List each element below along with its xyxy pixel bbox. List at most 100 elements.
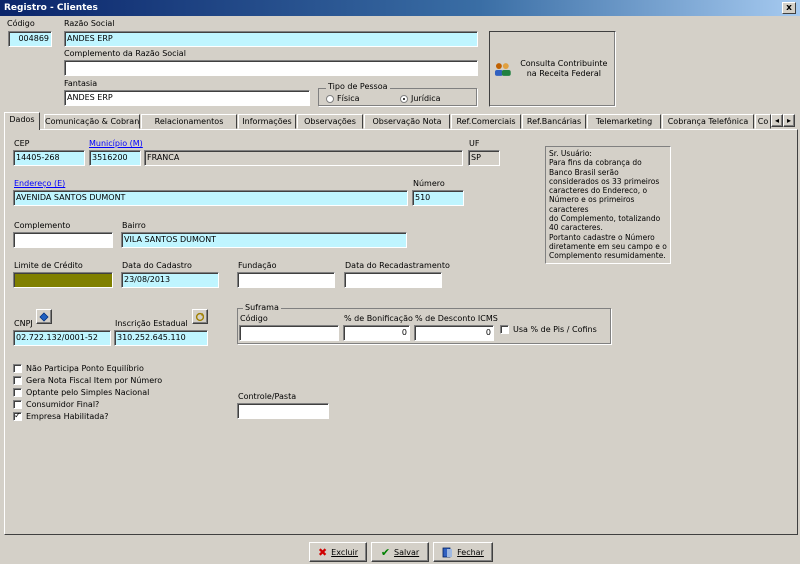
tab-observacoes[interactable]: Observações	[297, 114, 363, 129]
checkbox-row[interactable]: Consumidor Final?	[13, 398, 162, 410]
checkbox-checked[interactable]: ✓	[13, 411, 22, 421]
cnpj-field[interactable]: 02.722.132/0001-52	[13, 330, 111, 346]
fechar-button[interactable]: Fechar	[433, 542, 493, 562]
door-icon	[442, 547, 453, 557]
checkbox-row[interactable]: Não Participa Ponto Equilíbrio	[13, 363, 162, 374]
radio-fisica-label: Física	[337, 94, 360, 103]
checkbox-label: Não Participa Ponto Equilíbrio	[26, 364, 144, 373]
codigo-field[interactable]: 004869	[8, 31, 52, 47]
uf-field: SP	[468, 150, 500, 166]
salvar-label: Salvar	[394, 547, 420, 557]
check-icon: ✔	[380, 545, 391, 559]
tipo-pessoa-label: Tipo de Pessoa	[326, 82, 390, 91]
municipio-code-field[interactable]: 3516200	[89, 150, 141, 166]
consulta-contribuinte-label: Consulta Contribuinte na Receita Federal	[520, 59, 608, 78]
cep-field[interactable]: 14405-268	[13, 150, 85, 166]
users-icon	[494, 63, 511, 76]
bairro-label: Bairro	[122, 221, 146, 230]
complemento-razao-field[interactable]	[64, 60, 478, 76]
tab-cobranca-telefonica[interactable]: Cobrança Telefônica	[662, 114, 754, 129]
uf-label: UF	[469, 139, 480, 148]
data-recadastramento-field[interactable]	[344, 272, 442, 288]
tab-comunicacao-cobranca[interactable]: Comunicação & Cobrança	[44, 114, 140, 129]
endereco-field[interactable]: AVENIDA SANTOS DUMONT	[13, 190, 408, 206]
tab-scroll-left-icon[interactable]: ◂	[771, 114, 783, 127]
salvar-button[interactable]: ✔ Salvar	[371, 542, 429, 562]
checkbox-row[interactable]: ✓ Empresa Habilitada?	[13, 410, 162, 422]
radio-fisica-circle[interactable]	[326, 94, 334, 103]
fundacao-label: Fundação	[238, 261, 277, 270]
delete-icon: ✖	[317, 545, 328, 559]
codigo-label: Código	[7, 19, 35, 28]
desconto-icms-label: % de Desconto ICMS	[415, 314, 498, 323]
tab-observacao-nota[interactable]: Observação Nota	[364, 114, 450, 129]
excluir-label: Excluir	[331, 547, 359, 557]
checkbox-label: Gera Nota Fiscal Item por Número	[26, 375, 163, 385]
razao-social-field[interactable]: ANDES ERP	[64, 31, 478, 47]
cep-label: CEP	[14, 139, 30, 148]
radio-juridica-circle[interactable]	[400, 94, 408, 103]
tab-scroll-right-icon[interactable]: ▸	[783, 114, 795, 127]
data-recadastramento-label: Data do Recadastramento	[345, 261, 450, 270]
controle-pasta-field[interactable]	[237, 403, 329, 419]
desconto-icms-field[interactable]: 0	[414, 325, 494, 341]
checkbox-label: Optante pelo Simples Nacional	[26, 387, 150, 397]
numero-field[interactable]: 510	[412, 190, 464, 206]
limite-credito-field[interactable]	[13, 272, 113, 288]
refresh-icon[interactable]	[192, 309, 208, 324]
tab-ref-comerciais[interactable]: Ref.Comerciais	[451, 114, 521, 129]
municipio-link[interactable]: Município (M)	[89, 139, 143, 148]
tab-bar: Dados Comunicação & Cobrança Relacioname…	[4, 112, 800, 130]
cnpj-lookup-icon[interactable]	[36, 309, 52, 324]
checkbox-label: Consumidor Final?	[26, 399, 100, 409]
bairro-field[interactable]: VILA SANTOS DUMONT	[121, 232, 407, 248]
window-title: Registro - Clientes	[4, 3, 98, 13]
complemento-label: Complemento	[14, 221, 71, 230]
fantasia-field[interactable]: ANDES ERP	[64, 90, 310, 106]
tab-ref-bancarias[interactable]: Ref.Bancárias	[522, 114, 586, 129]
bonificacao-label: % de Bonificação	[344, 314, 413, 323]
numero-label: Número	[413, 179, 445, 188]
fantasia-label: Fantasia	[64, 79, 98, 88]
tab-dados[interactable]: Dados	[4, 112, 40, 130]
tab-telemarketing[interactable]: Telemarketing	[587, 114, 661, 129]
options-list: Não Participa Ponto Equilíbrio Gera Nota…	[13, 363, 162, 422]
complemento-field[interactable]	[13, 232, 113, 248]
suframa-codigo-label: Código	[240, 314, 268, 323]
inscricao-estadual-field[interactable]: 310.252.645.110	[114, 330, 208, 346]
checkbox[interactable]	[13, 364, 22, 373]
tab-co[interactable]: Co	[755, 114, 771, 129]
usa-pis-cofins-checkbox[interactable]	[500, 325, 509, 334]
controle-pasta-label: Controle/Pasta	[238, 392, 297, 401]
checkbox-label: Empresa Habilitada?	[26, 411, 109, 421]
inscricao-estadual-label: Inscrição Estadual	[115, 319, 188, 328]
cnpj-label: CNPJ	[14, 319, 33, 328]
limite-credito-label: Limite de Crédito	[14, 261, 83, 270]
tab-informacoes[interactable]: Informações	[238, 114, 296, 129]
data-cadastro-label: Data do Cadastro	[122, 261, 192, 270]
excluir-button[interactable]: ✖ Excluir	[309, 542, 367, 562]
window-titlebar: Registro - Clientes	[0, 0, 800, 16]
endereco-link[interactable]: Endereço (E)	[14, 179, 65, 188]
data-cadastro-field[interactable]: 23/08/2013	[121, 272, 219, 288]
bonificacao-field[interactable]: 0	[343, 325, 410, 341]
radio-juridica[interactable]: Jurídica	[400, 94, 441, 103]
complemento-razao-label: Complemento da Razão Social	[64, 49, 186, 58]
close-icon[interactable]: x	[782, 2, 796, 14]
fechar-label: Fechar	[457, 547, 484, 557]
radio-fisica[interactable]: Física	[326, 94, 360, 103]
fundacao-field[interactable]	[237, 272, 335, 288]
consulta-contribuinte-button[interactable]: Consulta Contribuinte na Receita Federal	[489, 31, 616, 107]
radio-juridica-label: Jurídica	[411, 94, 441, 103]
razao-social-label: Razão Social	[64, 19, 115, 28]
checkbox[interactable]	[13, 399, 22, 409]
suframa-label: Suframa	[243, 303, 281, 312]
checkbox[interactable]	[13, 375, 22, 385]
checkbox[interactable]	[13, 387, 22, 397]
checkbox-row[interactable]: Optante pelo Simples Nacional	[13, 386, 162, 398]
checkbox-row[interactable]: Gera Nota Fiscal Item por Número	[13, 374, 162, 386]
suframa-codigo-field[interactable]	[239, 325, 339, 341]
usuario-info-box: Sr. Usuário: Para fins da cobrança do Ba…	[545, 146, 671, 264]
usa-pis-cofins-label: Usa % de Pis / Cofins	[513, 325, 597, 334]
tab-relacionamentos[interactable]: Relacionamentos	[141, 114, 237, 129]
